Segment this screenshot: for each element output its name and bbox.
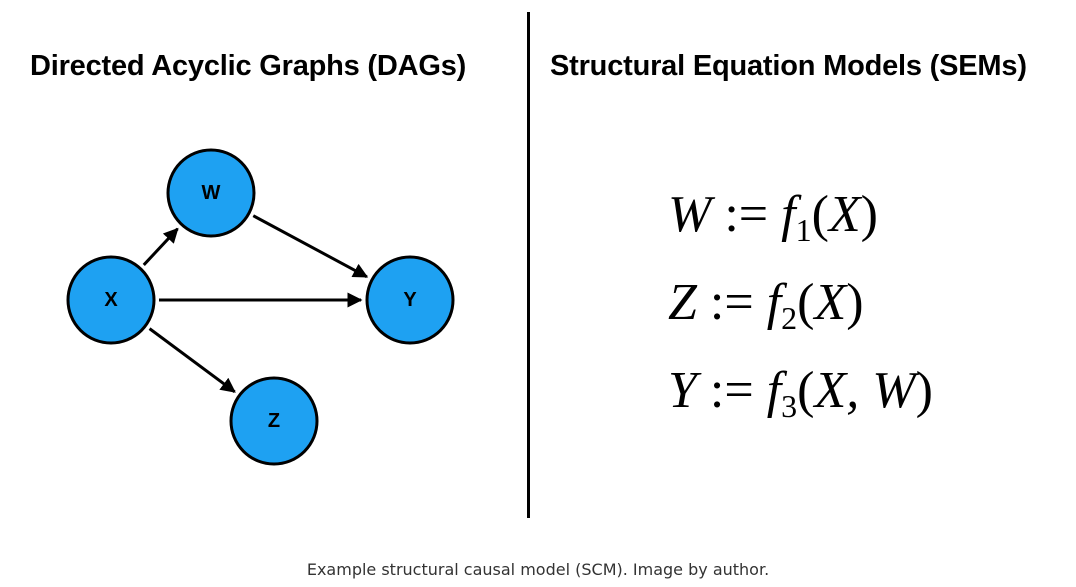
equations: W := f1(X) Z := f2(X) Y := f3(X, W) xyxy=(668,180,933,444)
node-w: W xyxy=(166,148,256,238)
equation-3-assign: := xyxy=(709,362,754,419)
node-y: Y xyxy=(365,255,455,345)
equation-2-args: X xyxy=(814,274,847,331)
sem-title: Structural Equation Models (SEMs) xyxy=(550,50,1027,82)
equation-3-lhs: Y xyxy=(668,362,697,419)
equation-2-func: f xyxy=(766,274,782,331)
node-w-label: W xyxy=(202,182,221,204)
equation-3-open-paren: ( xyxy=(797,362,815,419)
equation-2-open-paren: ( xyxy=(797,274,815,331)
edge-w-to-y xyxy=(252,214,369,279)
equation-1-assign: := xyxy=(724,186,769,243)
equation-3-args: X, W xyxy=(814,362,916,419)
edge-x-to-w xyxy=(142,227,179,266)
equation-3: Y := f3(X, W) xyxy=(668,356,933,444)
equation-2-close-paren: ) xyxy=(846,274,864,331)
equation-2: Z := f2(X) xyxy=(668,268,933,356)
node-x-label: X xyxy=(104,289,118,311)
equation-1-close-paren: ) xyxy=(860,186,878,243)
node-z-label: Z xyxy=(268,410,280,432)
dag-diagram: W X Y Z xyxy=(66,148,455,466)
figure: Directed Acyclic Graphs (DAGs) Structura… xyxy=(0,0,1076,540)
equation-1-args: X xyxy=(828,186,861,243)
equation-1-lhs: W xyxy=(668,186,712,243)
equation-1-open-paren: ( xyxy=(811,186,829,243)
equation-2-subscript: 2 xyxy=(781,300,798,336)
node-y-label: Y xyxy=(403,289,417,311)
edge-x-to-z xyxy=(148,327,236,393)
equation-1-subscript: 1 xyxy=(795,212,812,248)
equation-3-func: f xyxy=(766,362,782,419)
equation-3-subscript: 3 xyxy=(781,388,798,424)
node-z: Z xyxy=(229,376,319,466)
caption: Example structural causal model (SCM). I… xyxy=(306,560,770,579)
equation-2-assign: := xyxy=(709,274,754,331)
node-x: X xyxy=(66,255,156,345)
equation-2-lhs: Z xyxy=(668,274,697,331)
equation-3-close-paren: ) xyxy=(915,362,933,419)
equation-1-func: f xyxy=(781,186,796,243)
equation-1: W := f1(X) xyxy=(668,180,933,268)
